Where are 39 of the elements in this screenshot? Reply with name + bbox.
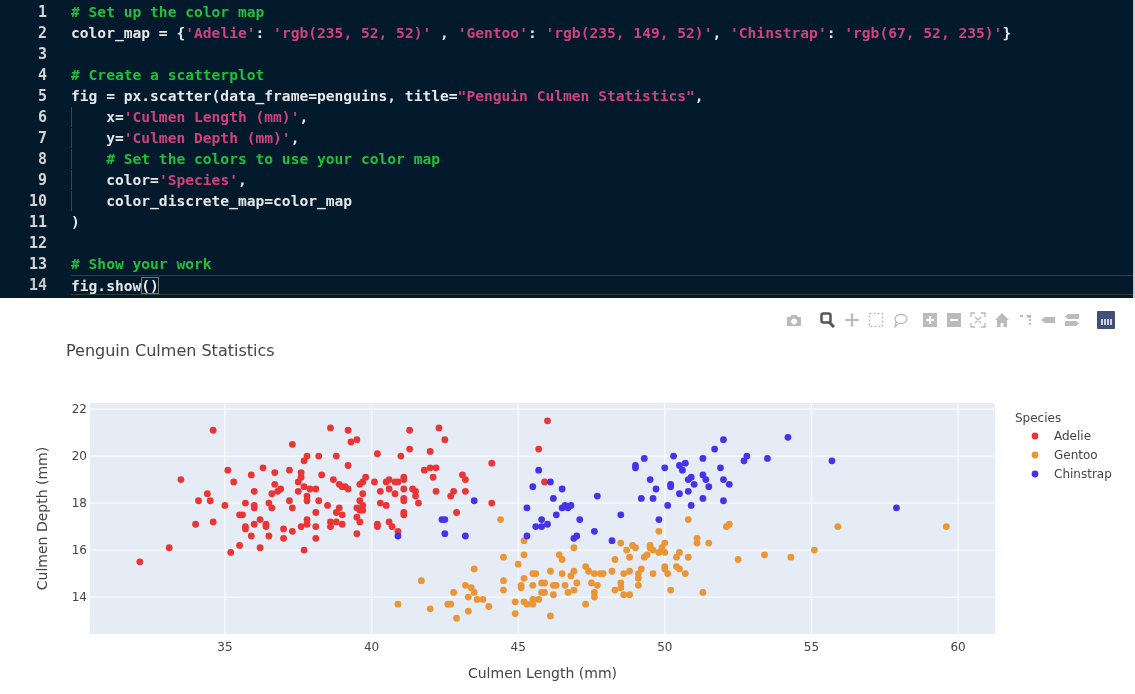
code-line[interactable]: # Create a scatterplot: [71, 64, 1133, 85]
line-number: 13: [27, 254, 47, 273]
legend-label[interactable]: Gentoo: [1054, 448, 1098, 462]
code-line[interactable]: # Set up the color map: [71, 1, 1133, 22]
x-tick-label: 55: [803, 640, 820, 654]
line-number: 3: [36, 44, 47, 63]
code-line[interactable]: fig = px.scatter(data_frame=penguins, title="Penguin Culmen Statistics",: [71, 85, 1133, 106]
y-tick-label: 20: [71, 449, 87, 464]
y-axis-title: Culmen Depth (mm): [34, 446, 50, 591]
line-number: 4: [36, 65, 47, 84]
code-line[interactable]: # Show your work: [71, 253, 1133, 274]
line-number: 8: [36, 149, 47, 168]
line-number: 9: [36, 170, 47, 189]
code-line[interactable]: ): [71, 211, 1133, 232]
chart-title: Penguin Culmen Statistics: [66, 341, 275, 360]
x-tick-label: 50: [657, 640, 673, 654]
line-number: 7: [36, 128, 47, 147]
y-tick-label: 14: [71, 590, 87, 605]
legend-title: Species: [1015, 411, 1062, 425]
line-number: 11: [27, 212, 47, 231]
line-number: 14: [27, 275, 47, 294]
line-number: 12: [27, 233, 47, 252]
legend-label[interactable]: Chinstrap: [1054, 467, 1112, 481]
x-tick-label: 35: [217, 640, 233, 654]
line-number: 5: [36, 86, 47, 105]
x-tick-label: 45: [510, 640, 526, 654]
line-number: 2: [36, 23, 47, 42]
x-tick-label: 60: [950, 640, 966, 654]
y-tick-label: 18: [71, 496, 87, 511]
line-number: 10: [27, 191, 47, 210]
y-tick-label: 22: [71, 402, 87, 417]
x-axis-title: Culmen Length (mm): [467, 665, 618, 681]
line-number: 1: [36, 2, 47, 21]
legend-label[interactable]: Adelie: [1054, 429, 1092, 443]
line-number: 6: [36, 107, 47, 126]
code-line[interactable]: fig.show(): [71, 274, 1133, 295]
y-tick-label: 16: [71, 543, 87, 558]
code-line[interactable]: color_map = {'Adelie': 'rgb(235, 52, 52)' , 'Gentoo': 'rgb(235, 149, 52)', 'Chinstrap': 'rgb(67, 52, 235)'}: [71, 22, 1133, 43]
x-tick-label: 40: [363, 640, 380, 654]
